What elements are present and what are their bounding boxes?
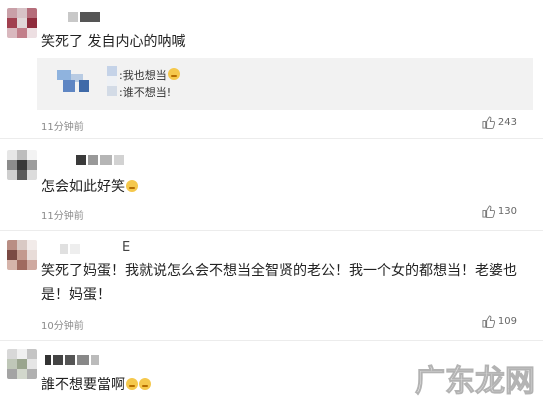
username-blurred[interactable] — [45, 355, 101, 365]
thumbs-up-icon — [482, 205, 495, 218]
reply-line-2: :谁不想当! — [119, 86, 172, 99]
thumbs-up-icon — [482, 116, 495, 129]
avatar[interactable] — [7, 349, 37, 379]
watermark: 广东龙网 — [415, 364, 536, 400]
reply-box[interactable]: :我也想当 :谁不想当! — [37, 58, 533, 110]
laughing-emoji-icon — [139, 378, 151, 390]
comment-text: 怎会如此好笑 — [41, 175, 533, 199]
comment-time: 11分钟前 — [41, 211, 84, 222]
comment-text: 笑死了 发自内心的呐喊 — [41, 34, 186, 50]
username-blurred[interactable] — [68, 12, 102, 22]
username-blurred[interactable] — [76, 155, 126, 165]
like-button[interactable]: 109 — [482, 315, 517, 328]
avatar[interactable] — [7, 150, 37, 180]
like-button[interactable]: 243 — [482, 116, 517, 129]
comment-time: 10分钟前 — [41, 321, 84, 332]
like-count: 243 — [497, 117, 517, 128]
like-count: 130 — [497, 206, 517, 217]
laughing-emoji-icon — [167, 68, 180, 80]
like-button[interactable]: 130 — [482, 205, 517, 218]
comment-2: 怎会如此好笑 11分钟前 130 — [0, 139, 543, 229]
laughing-emoji-icon — [126, 378, 138, 390]
comment-text: 笑死了妈蛋！我就说怎么会不想当全智贤的老公！我一个女的都想当！老婆也是！妈蛋！ — [41, 263, 517, 303]
thumbs-up-icon — [482, 315, 495, 328]
comment-1: 笑死了 发自内心的呐喊 :我也想当 :谁不想当! 11分钟前 243 — [0, 0, 543, 136]
comment-time: 11分钟前 — [41, 122, 84, 133]
comment-3: E 笑死了妈蛋！我就说怎么会不想当全智贤的老公！我一个女的都想当！老婆也是！妈蛋… — [0, 231, 543, 339]
avatar[interactable] — [7, 240, 37, 270]
like-count: 109 — [497, 316, 517, 327]
reply-line-1: :我也想当 — [119, 68, 180, 83]
laughing-emoji-icon — [126, 180, 138, 192]
avatar[interactable] — [7, 8, 37, 38]
username-blurred[interactable] — [60, 244, 82, 254]
username-suffix[interactable]: E — [122, 240, 130, 255]
reply-username-blurred — [107, 66, 117, 100]
reply-avatar-blurred — [57, 70, 93, 94]
